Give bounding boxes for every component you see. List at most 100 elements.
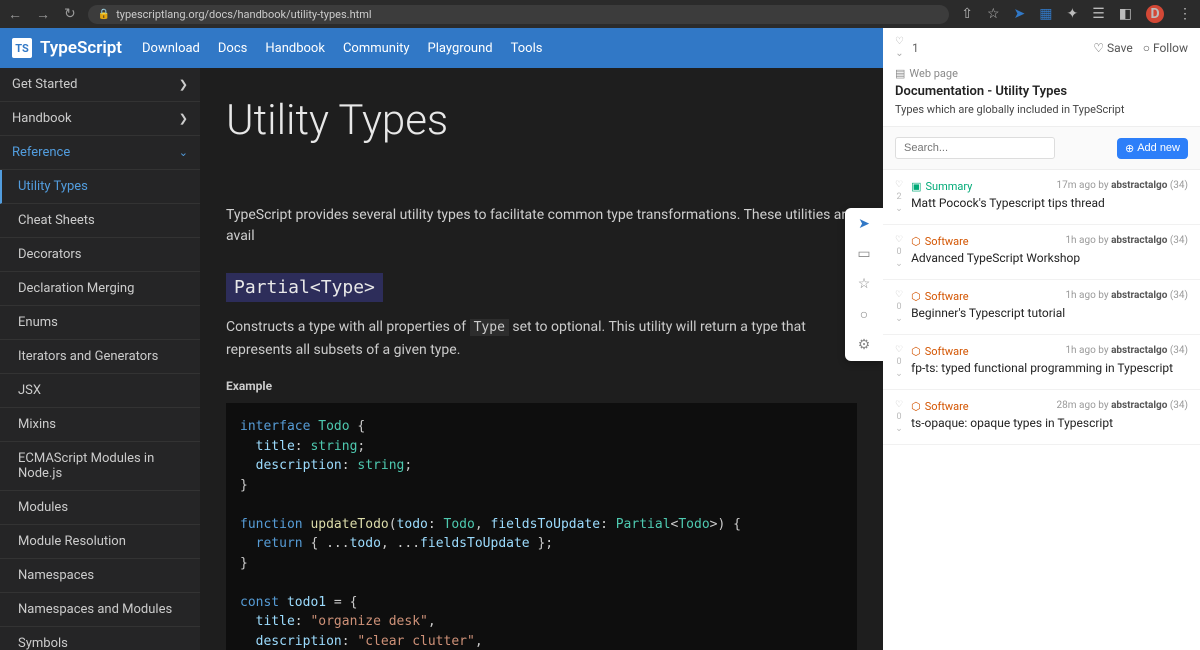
- downvote-icon[interactable]: ⌄: [895, 314, 903, 324]
- category-icon: ⬡: [911, 400, 921, 413]
- vote-count: 0: [897, 412, 902, 422]
- top-count: 1: [912, 41, 919, 55]
- chevron-icon: ❯: [179, 78, 188, 91]
- follow-button[interactable]: ○ Follow: [1143, 41, 1188, 55]
- sidebar-item[interactable]: Namespaces: [0, 559, 200, 593]
- kebab-menu-icon[interactable]: ⋮: [1178, 6, 1192, 22]
- nav-playground[interactable]: Playground: [428, 41, 493, 56]
- vote-column: ♡0⌄: [895, 290, 903, 324]
- tool-star-icon[interactable]: ☆: [858, 276, 871, 292]
- sidebar-item[interactable]: Symbols: [0, 627, 200, 650]
- downvote-icon[interactable]: ⌄: [895, 424, 903, 434]
- panel-list: ♡ 2 ⌄ ▣ Summary17m ago by abstractalgo (34)…: [883, 170, 1200, 445]
- nav-community[interactable]: Community: [343, 41, 410, 56]
- main-content: Utility Types TypeScript provides severa…: [200, 68, 883, 650]
- category-icon: ⬡: [911, 235, 921, 248]
- tool-gear-icon[interactable]: ⚙: [858, 337, 871, 353]
- sidebar-group-label: Handbook: [12, 111, 72, 126]
- category-tag: ⬡ Software: [911, 235, 969, 248]
- vote-count: 2: [897, 192, 902, 202]
- extensions-icon[interactable]: ✦: [1066, 6, 1078, 22]
- reload-icon[interactable]: ↻: [64, 6, 76, 22]
- sidebar-item[interactable]: Mixins: [0, 408, 200, 442]
- nav-tools[interactable]: Tools: [511, 41, 543, 56]
- list-item-body: ⬡ Software1h ago by abstractalgo (34)fp-…: [911, 345, 1188, 379]
- item-meta: 1h ago by abstractalgo (34): [1065, 290, 1188, 303]
- section-heading: Partial<Type>: [226, 277, 857, 298]
- readlist-icon[interactable]: ☰: [1092, 6, 1105, 22]
- list-item[interactable]: ♡0⌄ ⬡ Software1h ago by abstractalgo (34)…: [883, 335, 1200, 390]
- downvote-icon: ⌄: [895, 48, 903, 59]
- item-meta: 28m ago by abstractalgo (34): [1057, 400, 1188, 413]
- sidebar-item[interactable]: Module Resolution: [0, 525, 200, 559]
- list-item[interactable]: ♡0⌄ ⬡ Software 1h ago by abstractalgo (34)…: [883, 225, 1200, 280]
- upvote-control[interactable]: ♡ ⌄: [895, 36, 904, 59]
- inline-code: Type: [470, 319, 509, 336]
- sidebar-item[interactable]: ECMAScript Modules in Node.js: [0, 442, 200, 491]
- sidebar-item[interactable]: Namespaces and Modules: [0, 593, 200, 627]
- add-new-button[interactable]: ⊕ Add new: [1117, 138, 1188, 159]
- upvote-icon[interactable]: ♡: [895, 235, 903, 245]
- sidebar-item[interactable]: Iterators and Generators: [0, 340, 200, 374]
- sidebar: Get Started❯Handbook❯Reference⌄Utility T…: [0, 68, 200, 650]
- sidebar-item[interactable]: Utility Types: [0, 170, 200, 204]
- list-item[interactable]: ♡0⌄ ⬡ Software1h ago by abstractalgo (34)…: [883, 280, 1200, 335]
- url-bar[interactable]: 🔒 typescriptlang.org/docs/handbook/utili…: [88, 5, 949, 24]
- downvote-icon[interactable]: ⌄: [895, 204, 903, 214]
- tool-bell-icon[interactable]: ○: [860, 306, 868, 323]
- ext-arrow-icon[interactable]: ➤: [1014, 6, 1026, 22]
- avatar[interactable]: D: [1146, 5, 1164, 23]
- category-icon: ▣: [911, 180, 921, 193]
- site-logo[interactable]: TS TypeScript: [12, 38, 122, 58]
- forward-icon[interactable]: →: [36, 6, 50, 23]
- nav-docs[interactable]: Docs: [218, 41, 247, 56]
- upvote-icon[interactable]: ♡: [895, 180, 903, 190]
- list-item-body: ▣ Summary17m ago by abstractalgo (34)Mat…: [911, 180, 1188, 214]
- vote-column: ♡0⌄: [895, 345, 903, 379]
- nav-download[interactable]: Download: [142, 41, 200, 56]
- star-icon[interactable]: ☆: [987, 6, 1000, 22]
- upvote-icon[interactable]: ♡: [895, 290, 903, 300]
- upvote-icon[interactable]: ♡: [895, 345, 903, 355]
- browser-nav: ← → ↻: [8, 6, 76, 23]
- sidebar-item[interactable]: Modules: [0, 491, 200, 525]
- panel-icon[interactable]: ◧: [1119, 6, 1132, 22]
- category-icon: ⬡: [911, 290, 921, 303]
- upvote-icon[interactable]: ♡: [895, 400, 903, 410]
- item-title: ts-opaque: opaque types in Typescript: [911, 416, 1188, 430]
- item-title: Matt Pocock's Typescript tips thread: [911, 196, 1188, 210]
- sidebar-item[interactable]: Decorators: [0, 238, 200, 272]
- tool-card-icon[interactable]: ▭: [857, 246, 870, 262]
- sidebar-group[interactable]: Reference⌄: [0, 136, 200, 170]
- item-meta: 1h ago by abstractalgo (34): [1065, 235, 1188, 248]
- list-item-body: ⬡ Software1h ago by abstractalgo (34)Beg…: [911, 290, 1188, 324]
- intro-text: TypeScript provides several utility type…: [226, 205, 857, 247]
- browser-icons: ⇧ ☆ ➤ ▦ ✦ ☰ ◧ D ⋮: [961, 5, 1192, 23]
- ext-translate-icon[interactable]: ▦: [1039, 6, 1052, 22]
- vote-column: ♡0⌄: [895, 235, 903, 269]
- search-input[interactable]: [895, 137, 1055, 159]
- downvote-icon[interactable]: ⌄: [895, 259, 903, 269]
- list-item[interactable]: ♡ 2 ⌄ ▣ Summary17m ago by abstractalgo (34)…: [883, 170, 1200, 225]
- list-item[interactable]: ♡0⌄⬡ Software28m ago by abstractalgo (34…: [883, 390, 1200, 445]
- downvote-icon[interactable]: ⌄: [895, 369, 903, 379]
- sidebar-item[interactable]: Cheat Sheets: [0, 204, 200, 238]
- sidebar-item[interactable]: JSX: [0, 374, 200, 408]
- browser-chrome-bar: ← → ↻ 🔒 typescriptlang.org/docs/handbook…: [0, 0, 1200, 28]
- desc-text: Constructs a type with all properties of: [226, 319, 470, 335]
- share-icon[interactable]: ⇧: [961, 6, 973, 22]
- panel-search-row: ⊕ Add new: [883, 127, 1200, 170]
- resource-type-tag: ▤ Web page: [895, 67, 1188, 80]
- sidebar-group[interactable]: Get Started❯: [0, 68, 200, 102]
- heart-icon: ♡: [895, 36, 904, 47]
- vote-column: ♡ 0 ⌄: [895, 400, 903, 434]
- tool-arrow-icon[interactable]: ➤: [858, 216, 870, 232]
- sidebar-group[interactable]: Handbook❯: [0, 102, 200, 136]
- section-description: Constructs a type with all properties of…: [226, 316, 857, 361]
- sidebar-item[interactable]: Enums: [0, 306, 200, 340]
- back-icon[interactable]: ←: [8, 6, 22, 23]
- save-button[interactable]: ♡ Save: [1093, 41, 1132, 55]
- item-title: fp-ts: typed functional programming in T…: [911, 361, 1188, 375]
- nav-handbook[interactable]: Handbook: [265, 41, 325, 56]
- sidebar-item[interactable]: Declaration Merging: [0, 272, 200, 306]
